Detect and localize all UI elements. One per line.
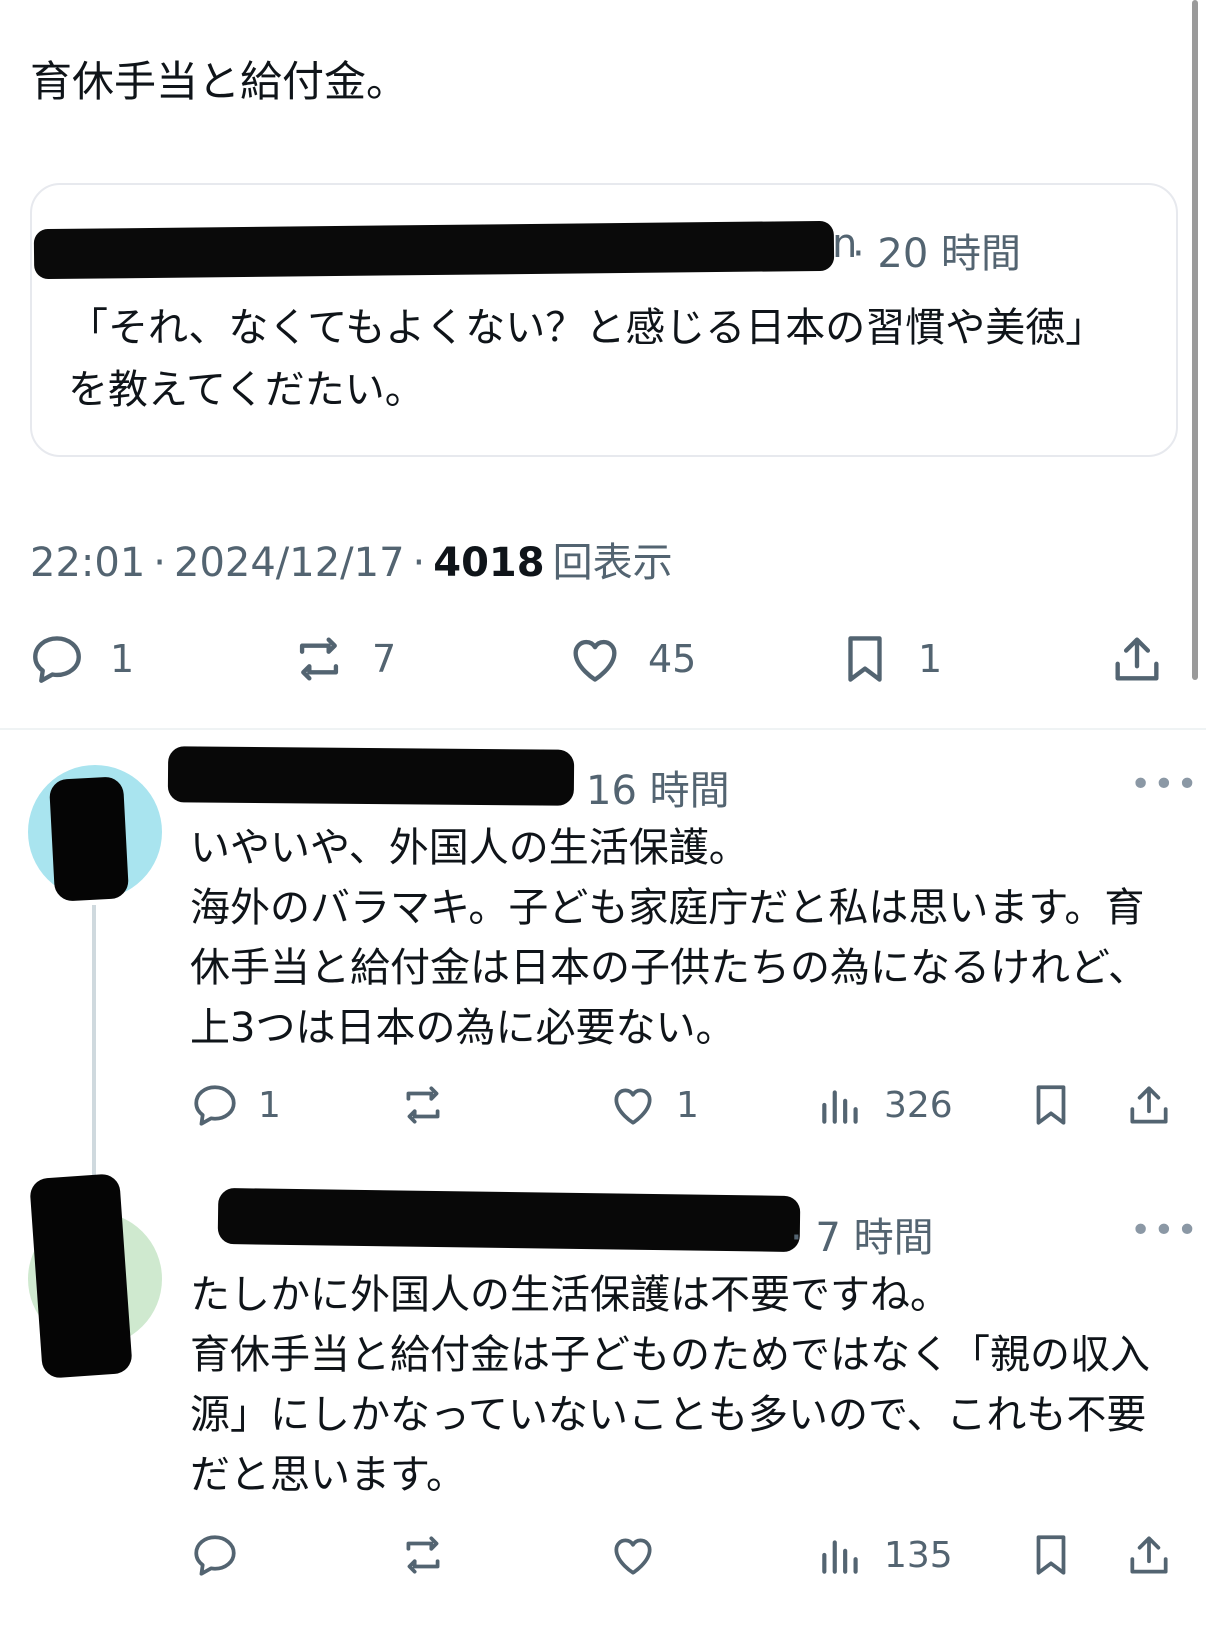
retweet-icon bbox=[299, 637, 339, 681]
like-button[interactable] bbox=[608, 1530, 676, 1580]
retweet-count: 7 bbox=[372, 637, 397, 681]
share-button[interactable] bbox=[1124, 1530, 1174, 1580]
redacted-author bbox=[217, 1187, 801, 1253]
tweet-text: 育休手当と給付金。 bbox=[30, 57, 409, 106]
retweet-icon bbox=[406, 1086, 440, 1124]
bookmark-button[interactable]: 1 bbox=[836, 630, 942, 688]
views-button[interactable]: 326 bbox=[816, 1080, 953, 1130]
reply-icon bbox=[33, 636, 81, 683]
like-icon bbox=[573, 639, 617, 682]
quoted-tweet-text: 「それ、なくてもよくない？と感じる日本の習慣や美徳」を教えてくだたい。 bbox=[68, 305, 1106, 413]
reply-timestamp: · 7 時間 bbox=[790, 1215, 934, 1261]
tweet-date: 2024/12/17 bbox=[174, 540, 405, 586]
quoted-timestamp: · 20 時間 bbox=[852, 231, 1022, 277]
like-count: 45 bbox=[648, 637, 697, 681]
bookmark-button[interactable] bbox=[1026, 1080, 1076, 1130]
retweet-button[interactable] bbox=[398, 1530, 466, 1580]
views-count: 4018 bbox=[433, 540, 545, 586]
bookmark-icon bbox=[848, 636, 882, 682]
retweet-button[interactable] bbox=[398, 1080, 466, 1130]
views-button[interactable]: 135 bbox=[816, 1530, 953, 1580]
retweet-icon bbox=[406, 1536, 440, 1574]
tweet-actions: 1 7 45 1 bbox=[0, 630, 1206, 690]
reply-text: いやいや、外国人の生活保護。 海外のバラマキ。子ども家庭庁だと私は思います。育休手… bbox=[190, 825, 1148, 1051]
like-count: 1 bbox=[676, 1084, 699, 1126]
scrollbar[interactable] bbox=[1192, 0, 1198, 680]
like-button[interactable]: 1 bbox=[608, 1080, 699, 1130]
redacted-avatar bbox=[48, 776, 130, 902]
reply-icon bbox=[194, 1085, 236, 1126]
views-label[interactable]: 回表示 bbox=[553, 530, 673, 588]
reply-button[interactable]: 1 bbox=[190, 1080, 281, 1130]
share-button[interactable] bbox=[1124, 1080, 1174, 1130]
retweet-button[interactable]: 7 bbox=[290, 630, 396, 688]
bookmark-button[interactable] bbox=[1026, 1530, 1076, 1580]
thread-line bbox=[92, 905, 96, 1175]
reply-icon bbox=[194, 1535, 236, 1576]
like-button[interactable]: 45 bbox=[566, 630, 696, 688]
tweet-meta: 22:01 · 2024/12/17 · 4018 回表示 bbox=[30, 530, 673, 588]
redacted-author bbox=[167, 746, 575, 806]
tweet-time: 22:01 bbox=[30, 540, 146, 586]
reply-text: たしかに外国人の生活保護は不要ですね。 育休手当と給付金は子どものためではなく「親… bbox=[190, 1272, 1150, 1498]
bookmark-icon bbox=[1036, 1085, 1066, 1125]
share-button[interactable] bbox=[1108, 630, 1166, 688]
reply-timestamp: 16 時間 bbox=[586, 768, 730, 814]
views-icon bbox=[822, 1090, 858, 1124]
meta-separator: · bbox=[153, 540, 166, 586]
reply-button[interactable]: 1 bbox=[28, 630, 134, 688]
bookmark-icon bbox=[1036, 1535, 1066, 1575]
reply-button[interactable] bbox=[190, 1530, 258, 1580]
views-icon bbox=[822, 1540, 858, 1574]
share-icon bbox=[1115, 637, 1159, 681]
reply-count: 1 bbox=[258, 1084, 281, 1126]
meta-separator: · bbox=[412, 540, 426, 586]
divider bbox=[0, 728, 1206, 730]
quoted-tweet-card[interactable]: n · 20 時間 「それ、なくてもよくない？と感じる日本の習慣や美徳」を教えて… bbox=[30, 183, 1178, 457]
views-count: 135 bbox=[884, 1534, 953, 1576]
more-icon[interactable]: ••• bbox=[1130, 764, 1200, 805]
views-count: 326 bbox=[884, 1084, 953, 1126]
share-icon bbox=[1130, 1086, 1168, 1124]
more-icon[interactable]: ••• bbox=[1130, 1210, 1200, 1251]
reply-count: 1 bbox=[110, 637, 135, 681]
like-icon bbox=[614, 1088, 652, 1125]
bookmark-count: 1 bbox=[918, 637, 943, 681]
like-icon bbox=[614, 1538, 652, 1575]
share-icon bbox=[1130, 1536, 1168, 1574]
redacted-author bbox=[33, 220, 835, 280]
redacted-avatar bbox=[29, 1173, 133, 1379]
